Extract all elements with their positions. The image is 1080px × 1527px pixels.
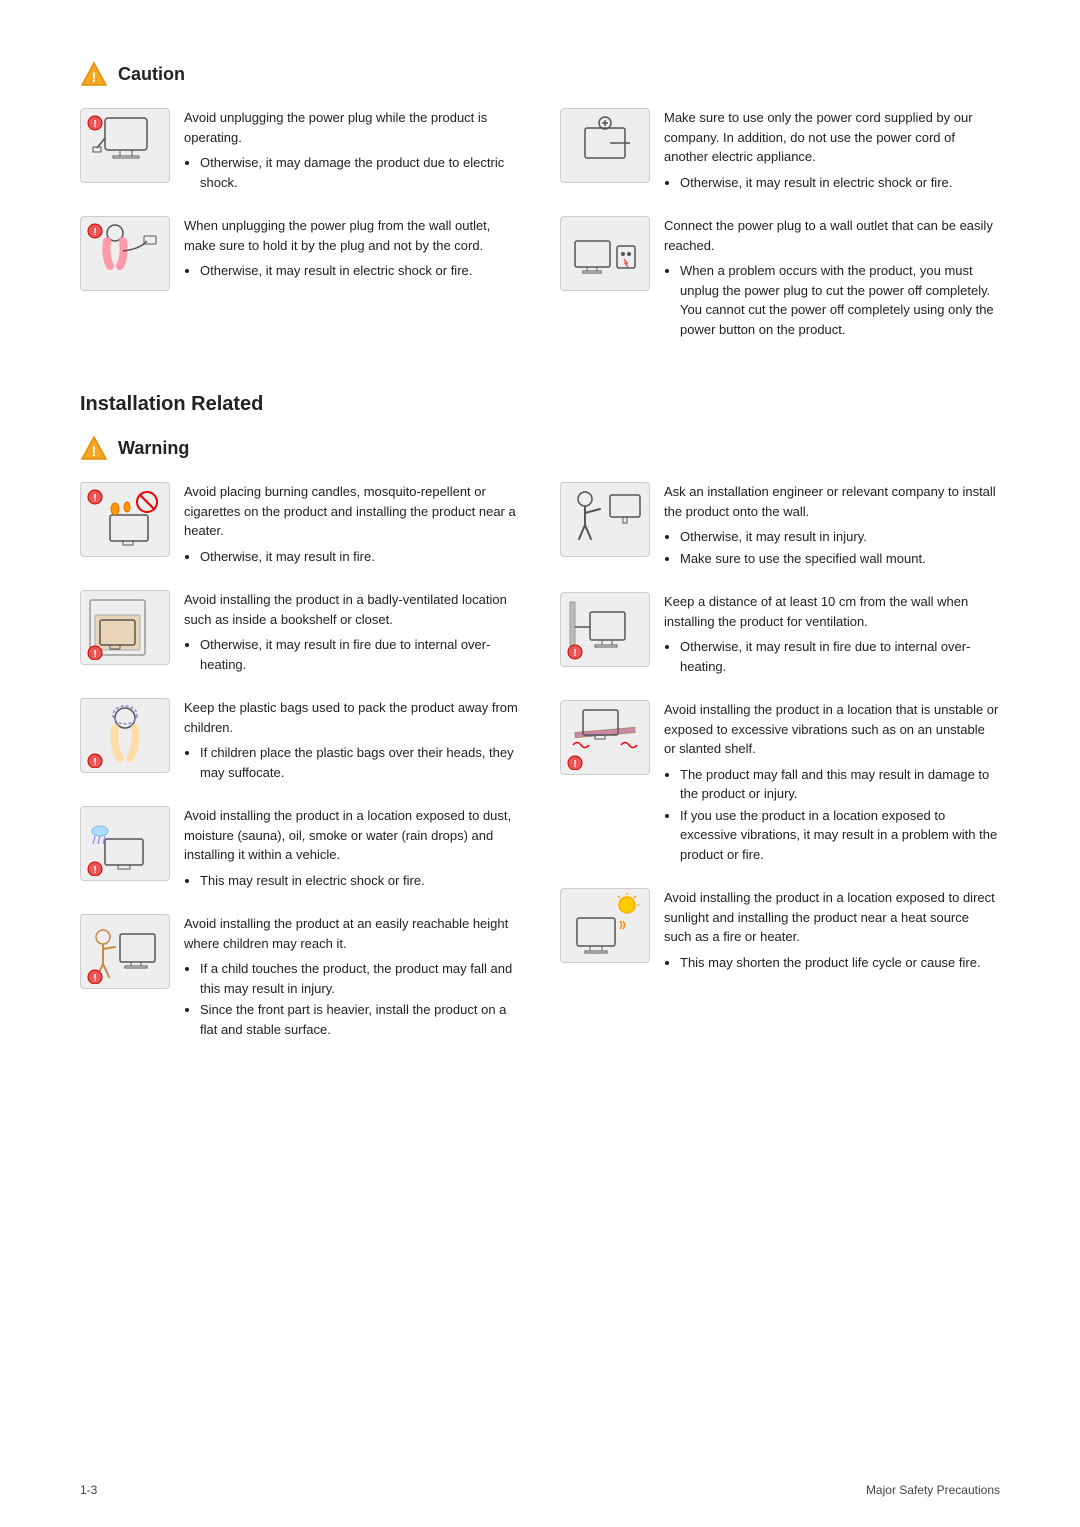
footer: 1-3 Major Safety Precautions [80, 1483, 1000, 1497]
warning-img-1: ! [80, 482, 170, 557]
caution-img-4 [560, 216, 650, 291]
warning-text-7: Avoid installing the product at an easil… [184, 914, 520, 1041]
warn-7-main: Avoid installing the product at an easil… [184, 914, 520, 953]
svg-text:!: ! [93, 649, 96, 660]
svg-text:!: ! [93, 493, 96, 504]
warn-1-main: Avoid placing burning candles, mosquito-… [184, 482, 520, 541]
warn-4-bullet-0: Otherwise, it may result in injury. [680, 527, 1000, 547]
warning-icon: ! [80, 434, 108, 462]
warning-text-3: Keep the plastic bags used to pack the p… [184, 698, 520, 784]
footer-page: 1-3 [80, 1483, 97, 1497]
page-content: ! Caution ! [0, 0, 1080, 1163]
warn-1-bullet-0: Otherwise, it may result in fire. [200, 547, 520, 567]
warn-5-main: Keep a distance of at least 10 cm from t… [664, 592, 1000, 631]
svg-text:!: ! [93, 119, 96, 130]
warning-text-1: Avoid placing burning candles, mosquito-… [184, 482, 520, 568]
warn-6-main: Avoid installing the product in a locati… [184, 806, 520, 865]
warning-img-5b: ! [560, 700, 650, 775]
caution-item-2: ! When unplugging the power plug from th… [80, 216, 520, 291]
caution-3-main: Make sure to use only the power cord sup… [664, 108, 1000, 167]
warn-7-bullet-1: Since the front part is heavier, install… [200, 1000, 520, 1039]
caution-icon: ! [80, 60, 108, 88]
svg-text:!: ! [93, 757, 96, 768]
caution-img-1: ! [80, 108, 170, 183]
warning-text-8: Avoid installing the product in a locati… [664, 888, 1000, 974]
warning-text-5: Keep a distance of at least 10 cm from t… [664, 592, 1000, 678]
warning-columns: ! Avoid placing burning candles, mosquit… [80, 482, 1000, 1063]
warning-left-col: ! Avoid placing burning candles, mosquit… [80, 482, 520, 1063]
caution-item-1: ! Avoid unplugging the power plug while … [80, 108, 520, 194]
warn-2-main: Avoid installing the product in a badly-… [184, 590, 520, 629]
caution-title: Caution [118, 64, 185, 85]
caution-1-main: Avoid unplugging the power plug while th… [184, 108, 520, 147]
warning-header: ! Warning [80, 434, 1000, 462]
warning-item-3: ! Keep the plastic bags used to pack the… [80, 698, 520, 784]
caution-3-bullet-0: Otherwise, it may result in electric sho… [680, 173, 1000, 193]
warn-8-main: Avoid installing the product in a locati… [664, 888, 1000, 947]
warn-4-main: Ask an installation engineer or relevant… [664, 482, 1000, 521]
caution-text-2: When unplugging the power plug from the … [184, 216, 520, 283]
warning-item-6: ! Avoid installing the product in a loca… [80, 806, 520, 892]
warning-item-5: ! Keep a distance of at least 10 cm from… [560, 592, 1000, 678]
caution-right-col: Make sure to use only the power cord sup… [560, 108, 1000, 363]
caution-left-col: ! Avoid unplugging the power plug while … [80, 108, 520, 363]
caution-2-bullet-0: Otherwise, it may result in electric sho… [200, 261, 520, 281]
caution-text-3: Make sure to use only the power cord sup… [664, 108, 1000, 194]
warn-2-bullet-0: Otherwise, it may result in fire due to … [200, 635, 520, 674]
svg-text:!: ! [92, 443, 97, 459]
warning-img-2: ! [80, 590, 170, 665]
warn-4-bullet-1: Make sure to use the specified wall moun… [680, 549, 1000, 569]
caution-img-2: ! [80, 216, 170, 291]
caution-header: ! Caution [80, 60, 1000, 88]
svg-text:!: ! [93, 865, 96, 876]
warning-text-5b: Avoid installing the product in a locati… [664, 700, 1000, 866]
warning-text-2: Avoid installing the product in a badly-… [184, 590, 520, 676]
caution-text-4: Connect the power plug to a wall outlet … [664, 216, 1000, 341]
warn-5b-main: Avoid installing the product in a locati… [664, 700, 1000, 759]
caution-columns: ! Avoid unplugging the power plug while … [80, 108, 1000, 363]
warning-item-4: Ask an installation engineer or relevant… [560, 482, 1000, 570]
svg-text:!: ! [573, 759, 576, 770]
warning-title: Warning [118, 438, 189, 459]
caution-4-main: Connect the power plug to a wall outlet … [664, 216, 1000, 255]
warning-item-8: Avoid installing the product in a locati… [560, 888, 1000, 974]
warning-img-6: ! [80, 806, 170, 881]
warning-img-3: ! [80, 698, 170, 773]
caution-1-bullet-0: Otherwise, it may damage the product due… [200, 153, 520, 192]
caution-item-4: Connect the power plug to a wall outlet … [560, 216, 1000, 341]
warn-3-bullet-0: If children place the plastic bags over … [200, 743, 520, 782]
svg-text:!: ! [573, 648, 576, 659]
warning-item-1: ! Avoid placing burning candles, mosquit… [80, 482, 520, 568]
warn-5-bullet-0: Otherwise, it may result in fire due to … [680, 637, 1000, 676]
warning-item-7: ! Avoid installing the product at an eas… [80, 914, 520, 1041]
caution-2-main: When unplugging the power plug from the … [184, 216, 520, 255]
warning-img-5: ! [560, 592, 650, 667]
warning-right-col: Ask an installation engineer or relevant… [560, 482, 1000, 1063]
warn-5b-bullet-0: The product may fall and this may result… [680, 765, 1000, 804]
caution-img-3 [560, 108, 650, 183]
warning-text-6: Avoid installing the product in a locati… [184, 806, 520, 892]
svg-text:!: ! [92, 69, 97, 85]
warn-6-bullet-0: This may result in electric shock or fir… [200, 871, 520, 891]
installation-title: Installation Related [80, 393, 1000, 416]
warn-8-bullet-0: This may shorten the product life cycle … [680, 953, 1000, 973]
caution-text-1: Avoid unplugging the power plug while th… [184, 108, 520, 194]
svg-text:!: ! [93, 227, 96, 238]
installation-section: Installation Related ! Warning [80, 393, 1000, 1063]
warn-7-bullet-0: If a child touches the product, the prod… [200, 959, 520, 998]
svg-text:!: ! [93, 973, 96, 984]
warning-img-7: ! [80, 914, 170, 989]
warning-img-8 [560, 888, 650, 963]
warn-3-main: Keep the plastic bags used to pack the p… [184, 698, 520, 737]
warning-item-2: ! Avoid installing the product in a badl… [80, 590, 520, 676]
warning-img-4 [560, 482, 650, 557]
caution-4-bullet-0: When a problem occurs with the product, … [680, 261, 1000, 339]
footer-title: Major Safety Precautions [866, 1483, 1000, 1497]
caution-item-3: Make sure to use only the power cord sup… [560, 108, 1000, 194]
warning-item-5b: ! Avoid installing the product in a loca… [560, 700, 1000, 866]
warning-text-4: Ask an installation engineer or relevant… [664, 482, 1000, 570]
warn-5b-bullet-1: If you use the product in a location exp… [680, 806, 1000, 865]
